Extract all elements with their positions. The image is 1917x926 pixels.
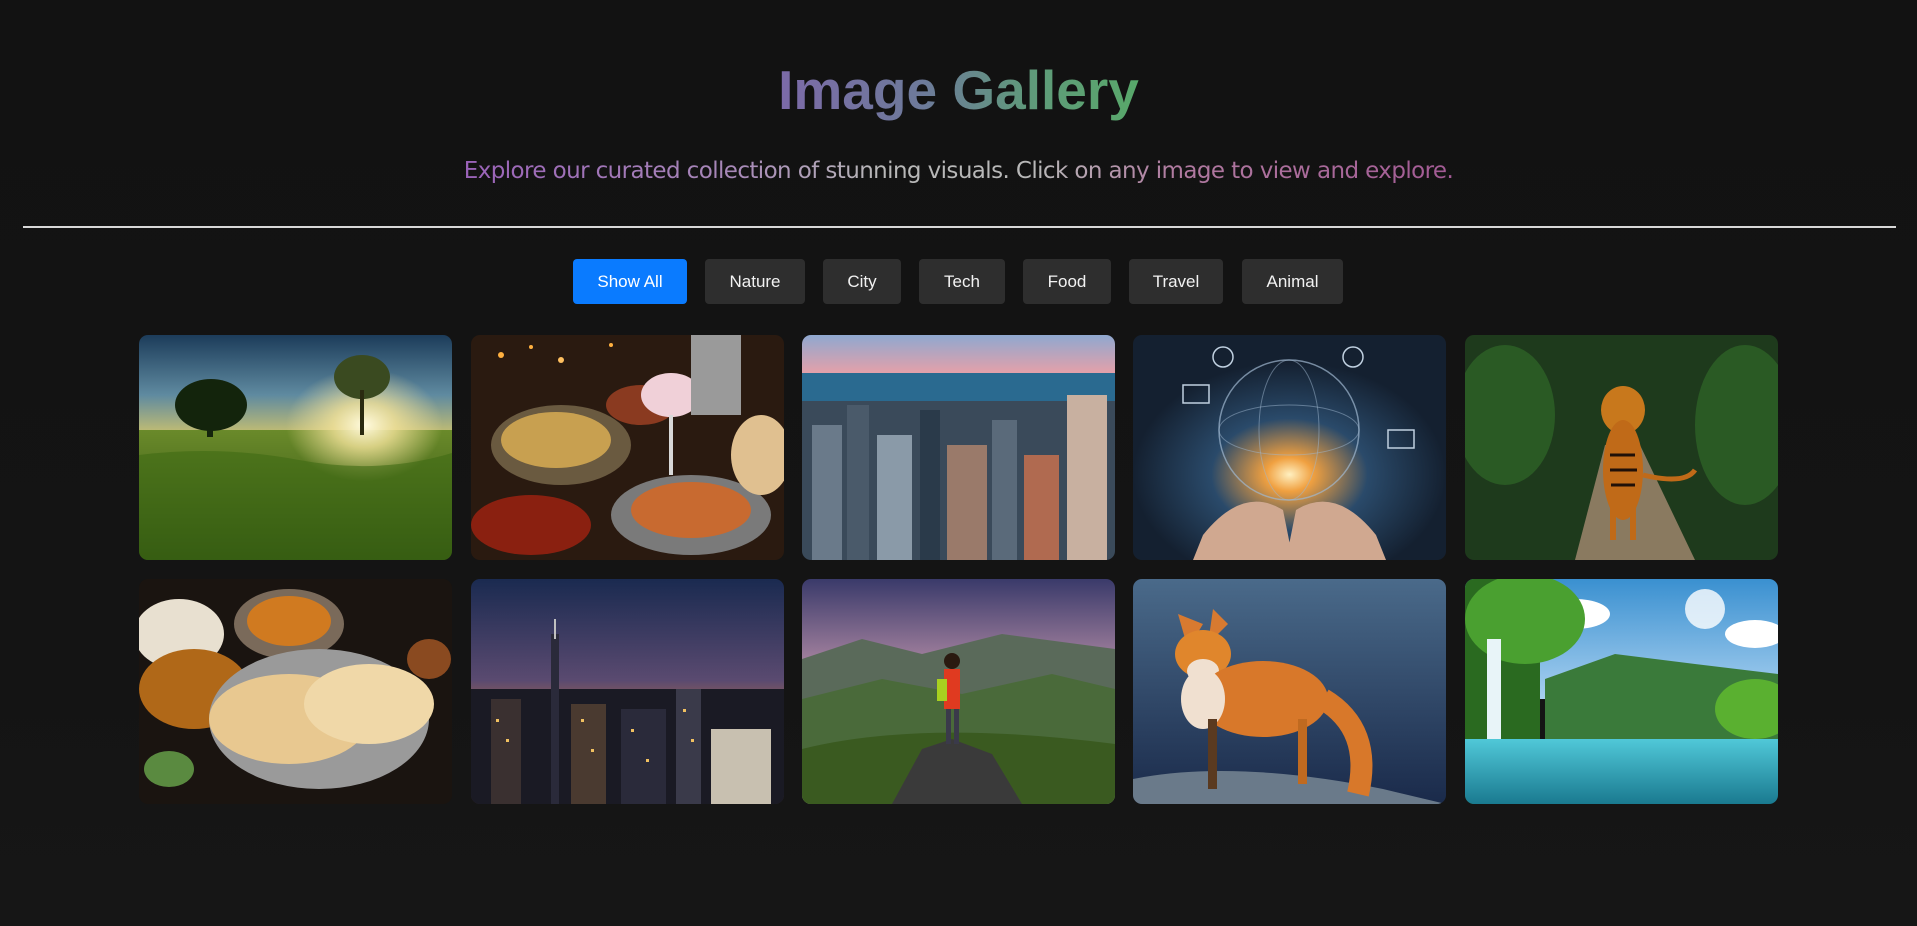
filter-nature-button[interactable]: Nature bbox=[705, 259, 805, 304]
gallery-image-night-skyline[interactable] bbox=[471, 579, 784, 804]
hiker-image bbox=[802, 579, 1115, 804]
page-title-text: Image Gallery bbox=[778, 59, 1139, 121]
fox-image bbox=[1133, 579, 1446, 804]
gallery-image-feast-table[interactable] bbox=[471, 335, 784, 560]
filter-food-button[interactable]: Food bbox=[1023, 259, 1111, 304]
page-subtitle-text: Explore our curated collection of stunni… bbox=[463, 158, 1454, 184]
tree-meadow-image bbox=[139, 335, 452, 560]
tiger-image bbox=[1465, 335, 1778, 560]
filter-travel-button[interactable]: Travel bbox=[1129, 259, 1223, 304]
gallery-image-tech-globe[interactable] bbox=[1133, 335, 1446, 560]
page-title: Image Gallery bbox=[0, 58, 1917, 122]
filter-city-button[interactable]: City bbox=[823, 259, 901, 304]
header-divider bbox=[23, 226, 1896, 228]
gallery-image-hiker[interactable] bbox=[802, 579, 1115, 804]
gallery-image-tree-meadow[interactable] bbox=[139, 335, 452, 560]
night-skyline-image bbox=[471, 579, 784, 804]
curry-naan-image bbox=[139, 579, 452, 804]
gallery-image-waterfall[interactable] bbox=[1465, 579, 1778, 804]
gallery-image-tiger[interactable] bbox=[1465, 335, 1778, 560]
gallery-page: Image Gallery Explore our curated collec… bbox=[0, 0, 1917, 926]
page-subtitle: Explore our curated collection of stunni… bbox=[0, 155, 1917, 187]
gallery-image-curry-naan[interactable] bbox=[139, 579, 452, 804]
filter-animal-button[interactable]: Animal bbox=[1242, 259, 1343, 304]
filter-tech-button[interactable]: Tech bbox=[919, 259, 1005, 304]
tech-globe-image bbox=[1133, 335, 1446, 560]
gallery-image-city-skyline[interactable] bbox=[802, 335, 1115, 560]
waterfall-image bbox=[1465, 579, 1778, 804]
city-skyline-image bbox=[802, 335, 1115, 560]
gallery-image-fox[interactable] bbox=[1133, 579, 1446, 804]
feast-table-image bbox=[471, 335, 784, 560]
filter-bar: Show All Nature City Tech Food Travel An… bbox=[0, 259, 1917, 304]
filter-show-all-button[interactable]: Show All bbox=[573, 259, 687, 304]
